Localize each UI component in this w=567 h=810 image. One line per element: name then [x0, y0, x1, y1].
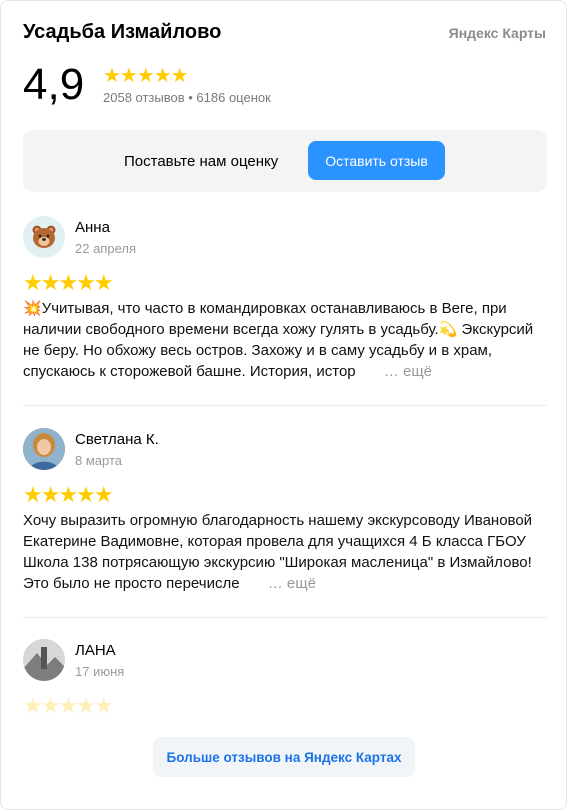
- rating-counts: 2058 отзывов • 6186 оценок: [103, 90, 271, 105]
- review-header: ЛАНА 17 июня: [23, 639, 547, 683]
- review-author[interactable]: Анна: [75, 219, 110, 236]
- read-more-link[interactable]: … ещё: [384, 363, 432, 380]
- place-title[interactable]: Усадьба Измайлово: [23, 21, 221, 44]
- yandex-maps-link[interactable]: Яндекс Карты: [449, 25, 546, 41]
- bear-emoji-avatar-icon[interactable]: [23, 216, 65, 258]
- review-date: 8 марта: [75, 453, 122, 468]
- review-item: Анна 22 апреля ★★★★★ 💥Учитывая, что част…: [23, 216, 547, 386]
- text-fade: [355, 362, 380, 378]
- review-stars: ★★★★★: [23, 482, 114, 507]
- review-date: 22 апреля: [75, 241, 136, 256]
- review-divider: [23, 617, 547, 618]
- review-header: Светлана К. 8 марта: [23, 428, 547, 472]
- person-photo-icon: [23, 428, 65, 470]
- review-text: 💥Учитывая, что часто в командировках ост…: [23, 298, 543, 382]
- rate-us-prompt: Поставьте нам оценку: [124, 153, 279, 170]
- rate-us-panel: Поставьте нам оценку Оставить отзыв: [23, 130, 547, 192]
- review-item: Светлана К. 8 марта ★★★★★ Хочу выразить …: [23, 428, 547, 598]
- rating-summary: 4,9 ★★★★★ 2058 отзывов • 6186 оценок: [23, 59, 423, 115]
- review-stars: ★★★★★: [23, 693, 114, 718]
- review-divider: [23, 405, 547, 406]
- widget-header: Усадьба Измайлово Яндекс Карты: [23, 21, 546, 51]
- leave-review-button[interactable]: Оставить отзыв: [308, 141, 445, 180]
- read-more-link[interactable]: … ещё: [268, 575, 316, 592]
- explosion-icon: 💥: [23, 300, 42, 317]
- review-body: Учитывая, что часто в командировках оста…: [23, 300, 534, 380]
- reviews-widget: Усадьба Измайлово Яндекс Карты 4,9 ★★★★★…: [0, 0, 567, 810]
- more-reviews-button[interactable]: Больше отзывов на Яндекс Картах: [153, 737, 415, 777]
- rating-value: 4,9: [23, 60, 85, 109]
- photo-avatar-icon[interactable]: [23, 639, 65, 681]
- photo-avatar-icon[interactable]: [23, 428, 65, 470]
- review-date: 17 июня: [75, 664, 125, 679]
- review-text: Хочу выразить огромную благодарность наш…: [23, 510, 543, 594]
- review-author[interactable]: ЛАНА: [75, 642, 116, 659]
- review-header: Анна 22 апреля: [23, 216, 547, 260]
- review-item: ЛАНА 17 июня ★★★★★: [23, 639, 547, 719]
- text-fade: [239, 574, 264, 590]
- bear-face-icon: [32, 225, 56, 248]
- review-stars: ★★★★★: [23, 270, 114, 295]
- landscape-photo-icon: [23, 639, 65, 681]
- rating-stars: ★★★★★: [103, 65, 189, 87]
- review-author[interactable]: Светлана К.: [75, 431, 159, 448]
